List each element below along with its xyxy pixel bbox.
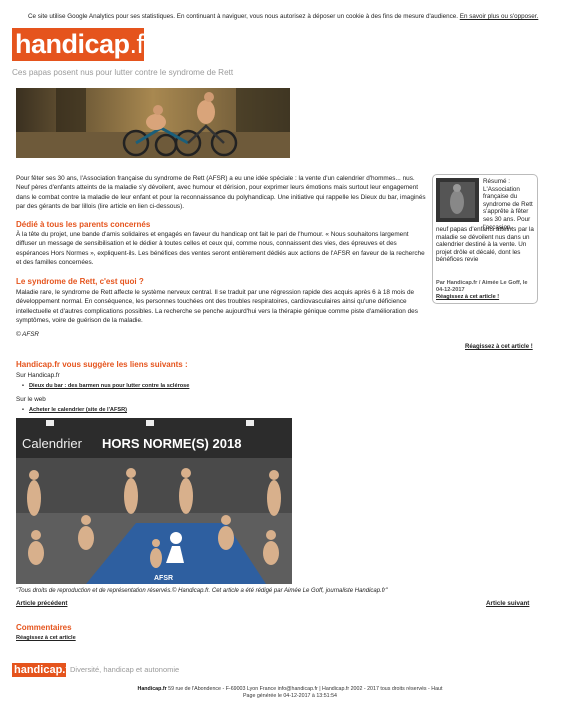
heading-rett: Le syndrome de Rett, c'est quoi ? — [16, 277, 144, 286]
footer-tagline: Diversité, handicap et autonomie — [70, 665, 180, 674]
cookie-banner: Ce site utilise Google Analytics pour se… — [28, 13, 558, 20]
article-intro: Pour fêter ses 30 ans, l'Association fra… — [16, 175, 426, 210]
poster-title-a: Calendrier — [22, 436, 83, 451]
paragraph-parents: À la tête du projet, une bande d'amis so… — [16, 231, 425, 266]
site-logo[interactable]: handicap.fr — [12, 28, 153, 61]
heading-parents: Dédié à tous les parents concernés — [16, 220, 151, 229]
summary-text-continued: neuf papas d'enfants atteints par la mal… — [436, 226, 534, 264]
footer-address: 59 rue de l'Abondence - F-69003 Lyon Fra… — [168, 686, 443, 692]
poster-watermark: AFSR — [154, 575, 173, 582]
paragraph-rett: Maladie rare, le syndrome de Rett affect… — [16, 289, 418, 324]
summary-box: Résumé : L'Association française du synd… — [432, 174, 538, 304]
link-dieux-du-bar[interactable]: Dieux du bar : des barmen nus pour lutte… — [22, 383, 189, 389]
article-subtitle: Ces papas posent nus pour lutter contre … — [12, 68, 234, 77]
footer-info: Handicap.fr 59 rue de l'Abondence - F-69… — [80, 686, 500, 700]
previous-article-link[interactable]: Article précédent — [16, 600, 67, 607]
comments-heading: Commentaires — [16, 623, 72, 632]
copyright-notice: "Tous droits de reproduction et de repré… — [16, 588, 388, 594]
links-web-label: Sur le web — [16, 396, 46, 403]
summary-react-link[interactable]: Réagissez à cet article ! — [436, 294, 499, 300]
links-heading: Handicap.fr vous suggère les liens suiva… — [16, 360, 188, 369]
comments-react-link[interactable]: Réagissez à cet article — [16, 635, 76, 641]
cookie-more-link[interactable]: En savoir plus ou s'opposer. — [460, 13, 539, 20]
summary-byline: Par Handicap.fr / Aimée Le Goff, le 04-1… — [436, 280, 528, 293]
react-link[interactable]: Réagissez à cet article ! — [465, 344, 533, 350]
next-article-link[interactable]: Article suivant — [486, 600, 529, 607]
poster-title-b: HORS NORME(S) 2018 — [102, 436, 241, 451]
calendar-poster-photo: Calendrier HORS NORME(S) 2018 AFSR — [16, 418, 292, 584]
footer-brand: Handicap.fr — [137, 686, 167, 692]
photo-credit: © AFSR — [16, 331, 39, 338]
footer-generated: Page générée le 04-12-2017 à 13:51:54 — [243, 693, 337, 699]
links-site-label: Sur Handicap.fr — [16, 372, 60, 379]
hero-photo — [16, 88, 290, 158]
summary-thumbnail — [436, 178, 479, 222]
link-buy-calendar[interactable]: Acheter le calendrier (site de l'AFSR) — [22, 407, 127, 413]
cookie-text: Ce site utilise Google Analytics pour se… — [28, 13, 458, 20]
footer-logo[interactable]: handicap.fr — [12, 663, 73, 677]
summary-text: Résumé : L'Association française du synd… — [483, 178, 533, 231]
